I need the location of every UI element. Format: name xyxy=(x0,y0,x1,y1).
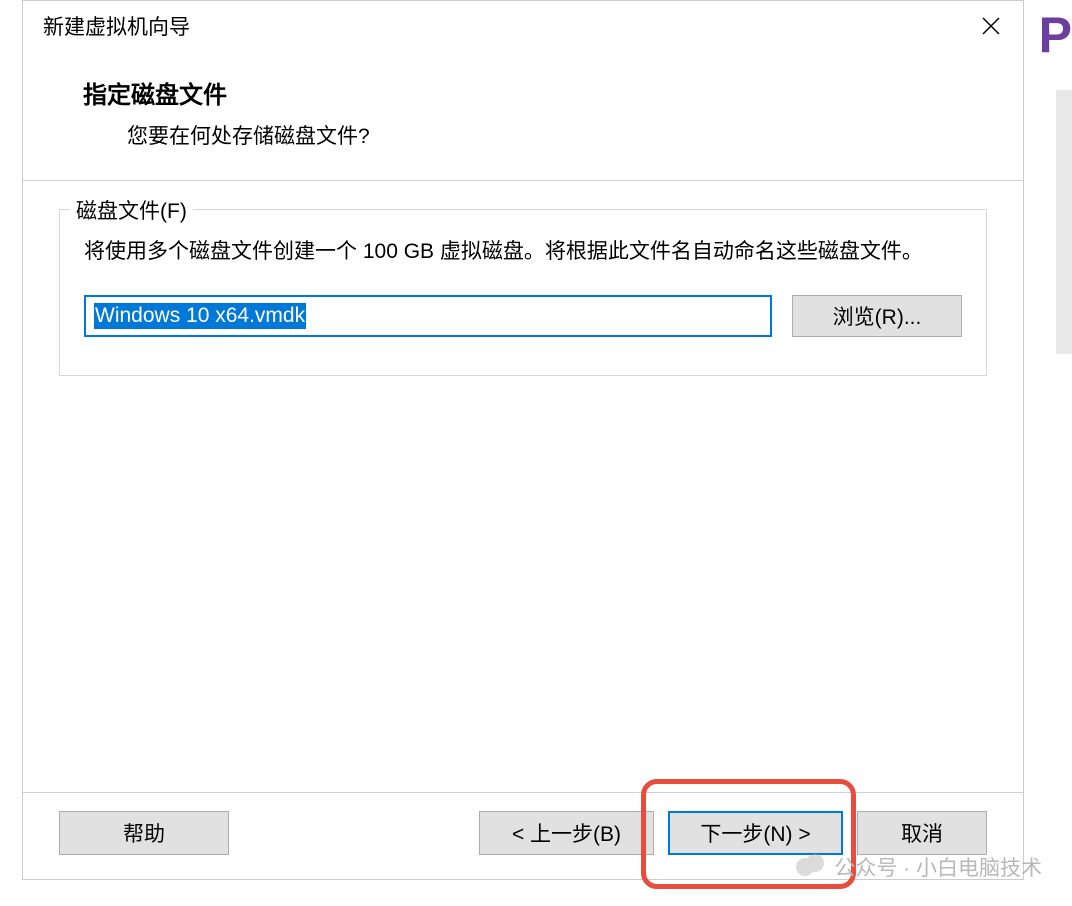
back-button[interactable]: < 上一步(B) xyxy=(479,811,654,855)
wizard-dialog: 新建虚拟机向导 指定磁盘文件 您要在何处存储磁盘文件? 磁盘文件(F) 将使用多… xyxy=(22,0,1024,880)
close-button[interactable] xyxy=(971,6,1011,46)
file-input-row: Windows 10 x64.vmdk 浏览(R)... xyxy=(84,295,962,337)
next-button[interactable]: 下一步(N) > xyxy=(668,811,843,855)
titlebar: 新建虚拟机向导 xyxy=(23,1,1023,51)
page-title: 指定磁盘文件 xyxy=(83,75,983,110)
watermark: 公众号 · 小白电脑技术 xyxy=(796,852,1042,882)
fieldset-description: 将使用多个磁盘文件创建一个 100 GB 虚拟磁盘。将根据此文件名自动命名这些磁… xyxy=(84,236,962,269)
header-section: 指定磁盘文件 您要在何处存储磁盘文件? xyxy=(23,51,1023,180)
browse-button[interactable]: 浏览(R)... xyxy=(792,295,962,337)
disk-file-value: Windows 10 x64.vmdk xyxy=(94,303,306,329)
wechat-icon xyxy=(796,852,826,882)
fieldset-legend: 磁盘文件(F) xyxy=(70,195,193,225)
dialog-title: 新建虚拟机向导 xyxy=(43,11,190,41)
background-app-letter: P xyxy=(1039,6,1072,64)
content-area: 磁盘文件(F) 将使用多个磁盘文件创建一个 100 GB 虚拟磁盘。将根据此文件… xyxy=(23,181,1023,792)
page-subtitle: 您要在何处存储磁盘文件? xyxy=(83,120,983,150)
close-icon xyxy=(982,17,1000,35)
disk-file-fieldset: 磁盘文件(F) 将使用多个磁盘文件创建一个 100 GB 虚拟磁盘。将根据此文件… xyxy=(59,209,987,376)
help-button[interactable]: 帮助 xyxy=(59,811,229,855)
cancel-button[interactable]: 取消 xyxy=(857,811,987,855)
watermark-text: 公众号 · 小白电脑技术 xyxy=(834,852,1042,882)
background-bar xyxy=(1056,90,1072,354)
disk-file-input[interactable]: Windows 10 x64.vmdk xyxy=(84,295,772,337)
